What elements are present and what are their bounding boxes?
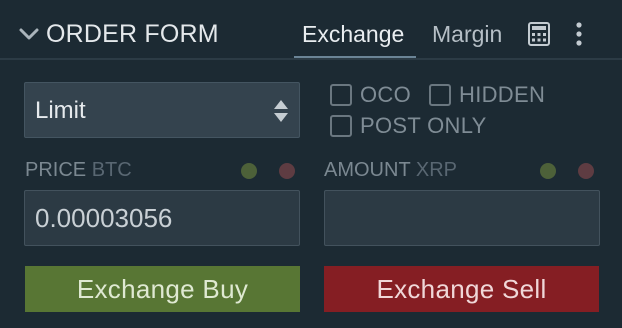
oco-label: OCO: [360, 82, 412, 107]
oco-checkbox[interactable]: OCO: [330, 81, 411, 109]
hidden-checkbox[interactable]: HIDDEN: [429, 81, 545, 109]
price-red-dot[interactable]: [279, 163, 295, 179]
price-label-text: PRICE: [25, 159, 87, 181]
order-type-value: Limit: [35, 97, 86, 124]
amount-currency: XRP: [415, 159, 457, 181]
order-type-select[interactable]: Limit: [24, 82, 300, 138]
order-form-header: ORDER FORM Exchange Margin: [0, 0, 622, 60]
price-label: PRICE BTC: [25, 157, 132, 183]
price-green-dot[interactable]: [241, 163, 257, 179]
amount-label: AMOUNT XRP: [324, 157, 457, 183]
price-currency: BTC: [91, 159, 132, 181]
more-vertical-icon[interactable]: [570, 20, 588, 48]
calculator-icon[interactable]: [528, 22, 550, 46]
exchange-buy-button[interactable]: Exchange Buy: [25, 266, 300, 312]
hidden-checkbox-box[interactable]: [429, 84, 451, 106]
active-tab-indicator: [294, 56, 416, 58]
chevron-down-icon: [19, 28, 39, 40]
amount-input[interactable]: [324, 190, 600, 246]
amount-green-dot[interactable]: [540, 163, 556, 179]
order-form-panel: ORDER FORM Exchange Margin Limit OCO HID…: [0, 0, 622, 328]
tab-margin[interactable]: Margin: [432, 18, 502, 50]
up-down-arrows-icon: [274, 100, 288, 122]
post-only-checkbox-box[interactable]: [330, 115, 352, 137]
tab-exchange[interactable]: Exchange: [302, 18, 404, 50]
panel-title: ORDER FORM: [46, 20, 219, 48]
collapse-toggle[interactable]: ORDER FORM: [18, 18, 219, 50]
post-only-checkbox[interactable]: POST ONLY: [330, 112, 487, 140]
amount-label-text: AMOUNT: [324, 159, 411, 181]
amount-red-dot[interactable]: [578, 163, 594, 179]
exchange-sell-button[interactable]: Exchange Sell: [324, 266, 599, 312]
oco-checkbox-box[interactable]: [330, 84, 352, 106]
hidden-label: HIDDEN: [459, 82, 546, 107]
price-input[interactable]: [24, 190, 300, 246]
post-only-label: POST ONLY: [360, 113, 487, 138]
